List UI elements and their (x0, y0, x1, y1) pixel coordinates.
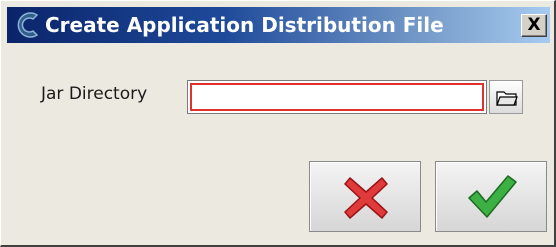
jar-directory-field (187, 80, 487, 114)
c-logo-icon (13, 10, 41, 40)
ok-button[interactable] (435, 161, 547, 232)
jar-directory-input[interactable] (190, 83, 484, 111)
jar-directory-label: Jar Directory (41, 84, 148, 104)
red-x-icon (344, 177, 388, 219)
cancel-button[interactable] (309, 161, 421, 232)
close-button[interactable]: X (521, 14, 547, 37)
title-bar[interactable]: Create Application Distribution File X (7, 7, 550, 43)
dialog-window: Create Application Distribution File X J… (0, 0, 556, 247)
green-checkmark-icon (468, 175, 517, 218)
browse-button[interactable] (489, 80, 523, 114)
window-title: Create Application Distribution File (45, 13, 444, 37)
folder-icon (496, 91, 518, 106)
